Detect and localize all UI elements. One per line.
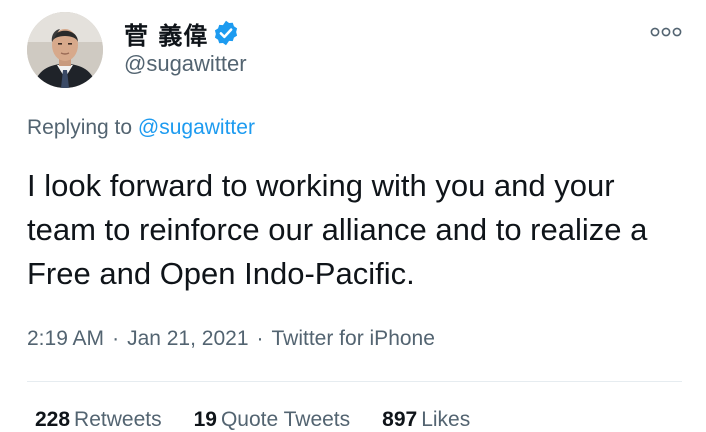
likes-count: 897: [382, 408, 418, 431]
more-dots-icon[interactable]: [650, 24, 682, 40]
tweet-stats: 228 Retweets 19 Quote Tweets 897 Likes: [35, 408, 502, 432]
quote-tweets-stat[interactable]: 19 Quote Tweets: [194, 408, 351, 432]
replying-to: Replying to @sugawitter: [27, 116, 255, 140]
likes-label: Likes: [421, 408, 471, 431]
replying-to-label: Replying to: [27, 116, 133, 139]
likes-stat[interactable]: 897 Likes: [382, 408, 470, 432]
tweet-date[interactable]: Jan 21, 2021: [127, 327, 248, 350]
retweets-count: 228: [35, 408, 71, 431]
quote-tweets-label: Quote Tweets: [220, 408, 351, 431]
tweet-source[interactable]: Twitter for iPhone: [272, 327, 435, 350]
author-handle[interactable]: @sugawitter: [124, 51, 247, 77]
retweets-label: Retweets: [74, 408, 162, 431]
retweets-stat[interactable]: 228 Retweets: [35, 408, 162, 432]
avatar[interactable]: [27, 12, 103, 88]
verified-badge-icon: [212, 19, 240, 47]
replying-to-link[interactable]: @sugawitter: [138, 116, 255, 139]
divider: [27, 381, 682, 382]
tweet-card: 菅 義偉 @sugawitter Replying to @sugawitter…: [0, 0, 706, 431]
author-name-row[interactable]: 菅 義偉: [124, 16, 240, 50]
author-display-name[interactable]: 菅 義偉: [124, 16, 208, 51]
meta-separator: ·: [112, 327, 120, 350]
profile-photo-icon: [27, 12, 103, 88]
tweet-time[interactable]: 2:19 AM: [27, 327, 104, 350]
quote-tweets-count: 19: [193, 408, 217, 431]
tweet-meta: 2:19 AM · Jan 21, 2021 · Twitter for iPhone: [27, 327, 435, 351]
meta-separator: ·: [256, 327, 264, 350]
tweet-text: I look forward to working with you and y…: [27, 168, 648, 291]
